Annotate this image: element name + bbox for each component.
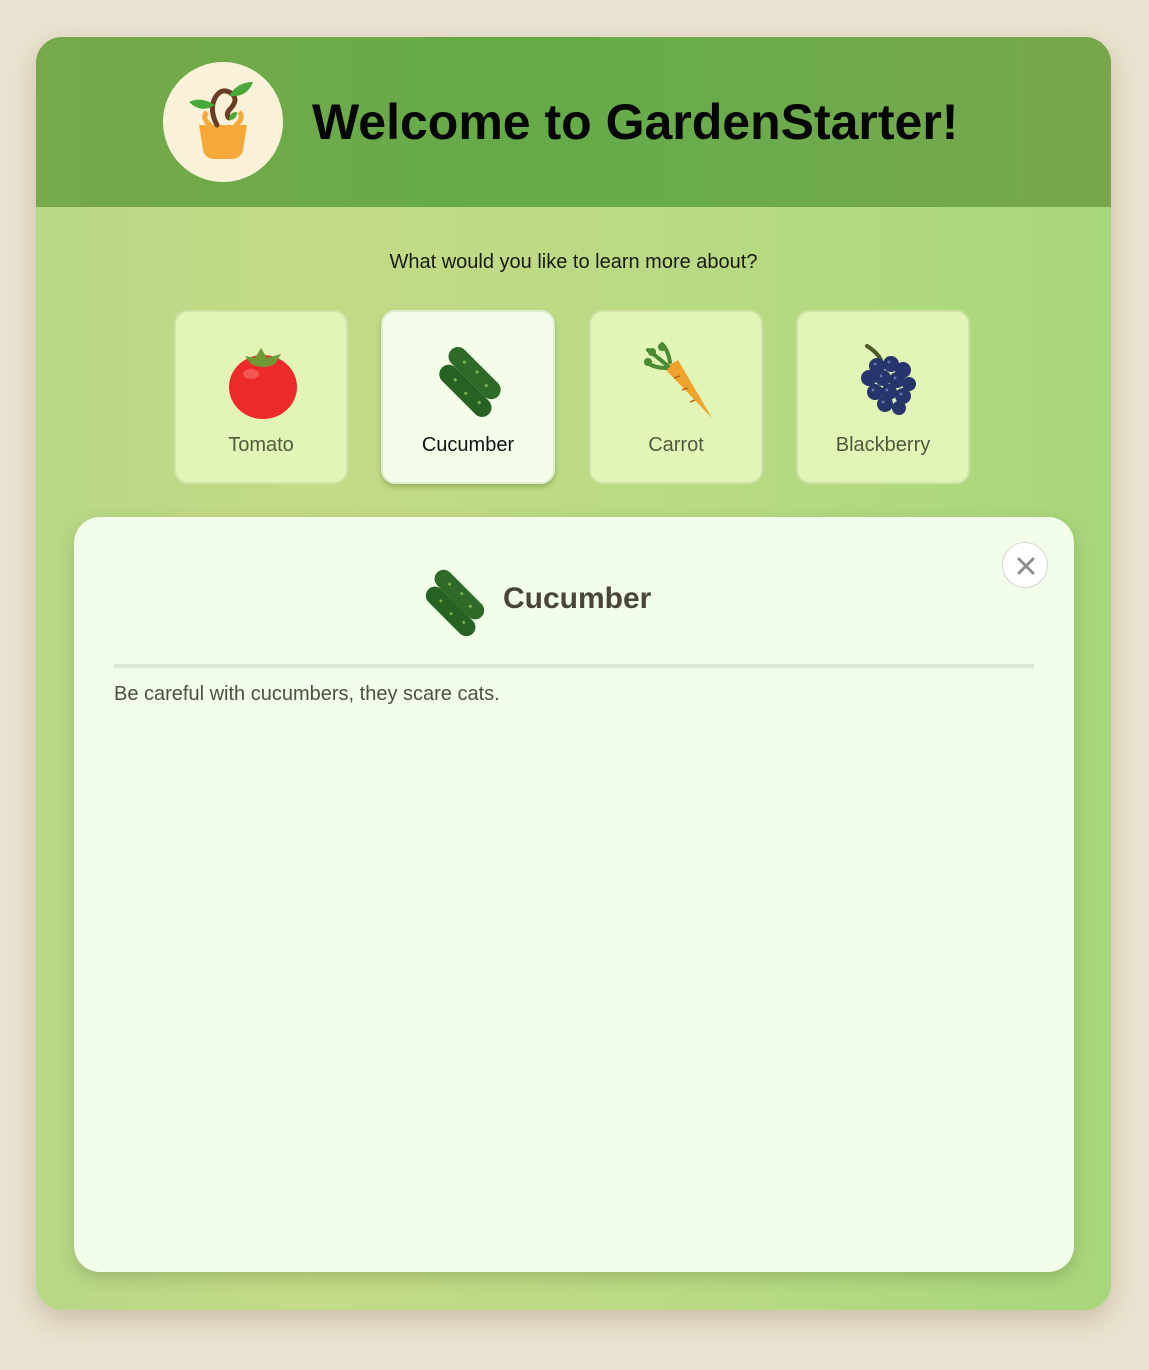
plant-card-label: Blackberry [835,434,931,456]
cucumber-icon [439,347,501,417]
blackberry-icon [861,344,916,415]
detail-text: Be careful with cucumbers, they scare ca… [114,683,500,705]
logo [163,62,283,182]
header-banner: Welcome to GardenStarter! [36,37,1111,207]
question-prompt: What would you like to learn more about? [389,251,758,273]
plant-basket-icon [189,82,253,159]
plant-card-label: Cucumber [421,434,515,456]
detail-title: Cucumber [503,582,652,615]
plant-card-cucumber[interactable]: Cucumber [381,310,555,484]
detail-panel: Cucumber Be careful with cucumbers, they… [74,517,1074,1272]
plant-card-tomato[interactable]: Tomato [174,310,348,484]
close-icon [1017,557,1035,575]
plant-card-carrot[interactable]: Carrot [589,310,763,484]
plant-card-label: Tomato [228,434,294,456]
close-button[interactable] [1002,542,1048,588]
detail-header: Cucumber [114,557,1034,668]
app-window: Welcome to GardenStarter! What would you… [36,37,1111,1310]
tomato-icon [229,348,297,419]
plant-card-label: Carrot [648,434,704,456]
plant-card-blackberry[interactable]: Blackberry [796,310,970,484]
page-title: Welcome to GardenStarter! [312,94,959,150]
cucumber-icon [425,569,485,637]
carrot-icon [644,342,712,418]
